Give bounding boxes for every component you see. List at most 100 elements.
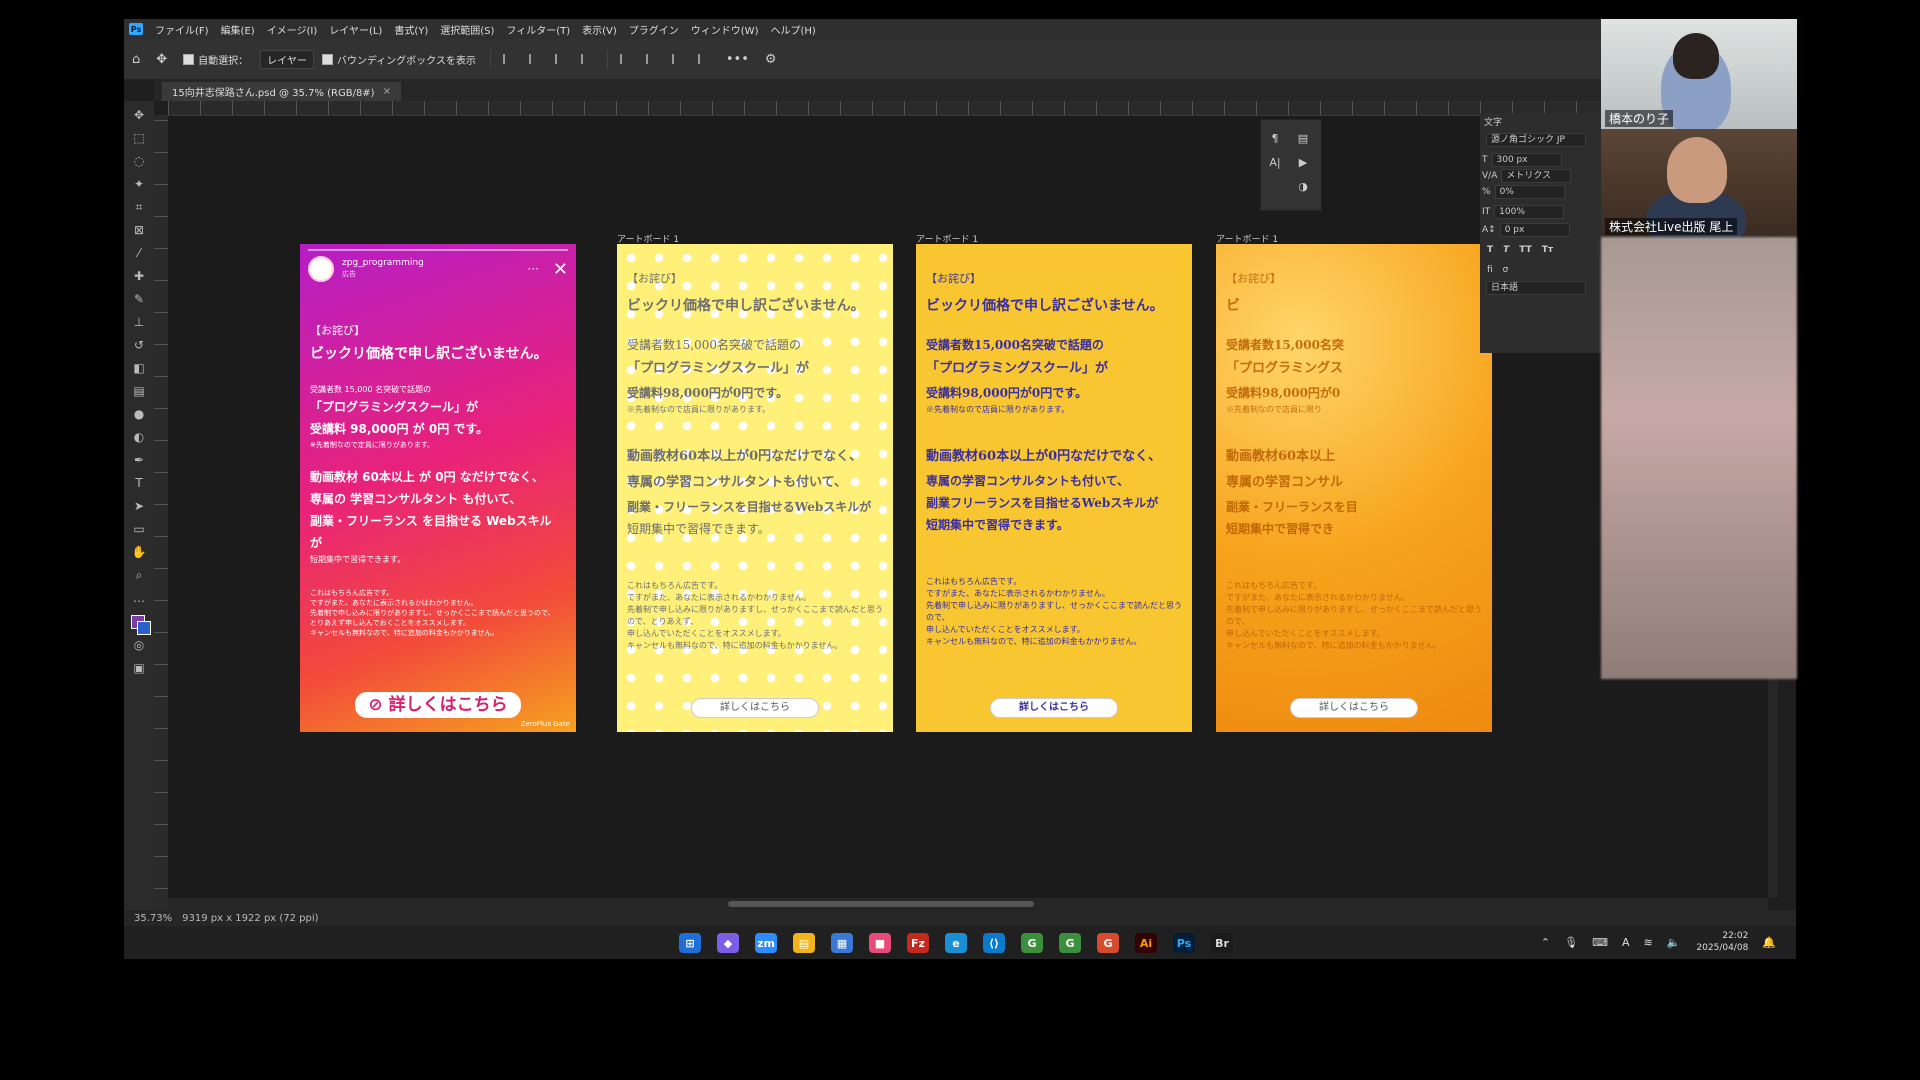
- frame-tool-icon[interactable]: ⊠: [130, 221, 148, 239]
- eraser-icon[interactable]: ◧: [130, 359, 148, 377]
- artboard-yellow[interactable]: 【お詫び】 ビックリ価格で申し訳ございません。 受講者数15,000名突破で話題…: [916, 244, 1192, 732]
- zoom-level[interactable]: 35.73%: [134, 913, 172, 924]
- edge-icon[interactable]: e: [945, 933, 967, 953]
- adjust-icon[interactable]: ◑: [1295, 178, 1311, 194]
- kerning-field[interactable]: メトリクス: [1501, 169, 1572, 183]
- cta-button[interactable]: ⊘ 詳しくはこちら: [355, 692, 521, 718]
- hand-tool-icon[interactable]: ✋: [130, 543, 148, 561]
- document-tab[interactable]: 15向井志保路さん.psd @ 35.7% (RGB/8#) ×: [162, 82, 401, 101]
- gradient-tool-icon[interactable]: ▤: [130, 382, 148, 400]
- background-color[interactable]: [137, 621, 151, 635]
- ime-icon[interactable]: A: [1622, 936, 1630, 949]
- bounding-box-checkbox[interactable]: バウンディングボックスを表示: [321, 52, 476, 67]
- cta-button[interactable]: 詳しくはこちら: [1290, 698, 1418, 718]
- menu-image[interactable]: イメージ(I): [261, 22, 324, 37]
- all-caps-icon[interactable]: TT: [1519, 245, 1532, 255]
- language-select[interactable]: 日本語: [1486, 281, 1586, 295]
- home-icon[interactable]: ⌂: [132, 52, 140, 67]
- history-brush-icon[interactable]: ↺: [130, 336, 148, 354]
- vscode-icon[interactable]: ⟨⟩: [983, 933, 1005, 953]
- align-right-icon[interactable]: [554, 54, 569, 64]
- horizontal-scrollbar[interactable]: [168, 898, 1768, 910]
- notepad-icon[interactable]: ▦: [831, 933, 853, 953]
- align-bottom-icon[interactable]: [671, 54, 686, 64]
- lasso-tool-icon[interactable]: ◌: [130, 152, 148, 170]
- chrome-icon[interactable]: G: [1021, 933, 1043, 953]
- align-left-icon[interactable]: [502, 54, 517, 64]
- pen-tool-icon[interactable]: ✒: [130, 451, 148, 469]
- color-swatches[interactable]: [131, 615, 151, 635]
- menu-view[interactable]: 表示(V): [576, 22, 623, 37]
- paragraph-icon[interactable]: ¶: [1267, 130, 1283, 146]
- keyboard-icon[interactable]: ⌨: [1592, 936, 1608, 949]
- menu-help[interactable]: ヘルプ(H): [764, 22, 821, 37]
- move-tool-icon[interactable]: ✥: [156, 52, 167, 67]
- more-icon[interactable]: ···: [527, 262, 538, 276]
- blur-tool-icon[interactable]: ●: [130, 405, 148, 423]
- chevron-up-icon[interactable]: ⌃: [1541, 936, 1550, 949]
- rectangle-tool-icon[interactable]: ▭: [130, 520, 148, 538]
- more-tools-icon[interactable]: …: [130, 589, 148, 607]
- screen-mode-icon[interactable]: ▣: [130, 659, 148, 677]
- menu-plugins[interactable]: プラグイン: [623, 22, 685, 37]
- menu-edit[interactable]: 編集(E): [215, 22, 261, 37]
- menu-file[interactable]: ファイル(F): [149, 22, 215, 37]
- dodge-tool-icon[interactable]: ◐: [130, 428, 148, 446]
- zoom-app-icon[interactable]: zm: [755, 933, 777, 953]
- chrome-icon[interactable]: G: [1059, 933, 1081, 953]
- cta-button[interactable]: 詳しくはこちら: [691, 698, 819, 718]
- artboard-orange[interactable]: 【お詫び】 ビ 受講者数15,000名突 「プログラミングス 受講料98,000…: [1216, 244, 1492, 732]
- menu-filter[interactable]: フィルター(T): [500, 22, 576, 37]
- cta-button[interactable]: 詳しくはこちら: [990, 698, 1118, 718]
- brush-tool-icon[interactable]: ✎: [130, 290, 148, 308]
- quick-mask-icon[interactable]: ◎: [130, 636, 148, 654]
- start-icon[interactable]: ⊞: [679, 933, 701, 953]
- volume-icon[interactable]: 🔈: [1667, 936, 1681, 949]
- font-size-field[interactable]: 300 px: [1491, 153, 1562, 167]
- move-tool-icon[interactable]: ✥: [130, 106, 148, 124]
- type-tool-icon[interactable]: T: [130, 474, 148, 492]
- path-select-icon[interactable]: ➤: [130, 497, 148, 515]
- chrome-icon[interactable]: G: [1097, 933, 1119, 953]
- copilot-icon[interactable]: ◆: [717, 933, 739, 953]
- font-family-select[interactable]: 源ノ角ゴシック JP: [1486, 133, 1586, 147]
- stamp-tool-icon[interactable]: ⊥: [130, 313, 148, 331]
- wifi-icon[interactable]: ≋: [1644, 936, 1653, 949]
- artboard-instagram[interactable]: zpg_programming 広告 ··· ✕ 【お詫び】 ビックリ価格で申し…: [300, 244, 576, 732]
- distribute-icon[interactable]: [580, 54, 595, 64]
- menu-window[interactable]: ウィンドウ(W): [685, 22, 765, 37]
- close-icon[interactable]: ✕: [553, 259, 568, 280]
- healing-brush-icon[interactable]: ✚: [130, 267, 148, 285]
- marquee-tool-icon[interactable]: ⬚: [130, 129, 148, 147]
- character-icon[interactable]: A|: [1267, 154, 1283, 170]
- clock[interactable]: 22:02 2025/04/08: [1696, 930, 1748, 954]
- gear-icon[interactable]: ⚙: [765, 52, 777, 67]
- align-center-icon[interactable]: [528, 54, 543, 64]
- auto-select-checkbox[interactable]: 自動選択：: [183, 52, 248, 67]
- menu-select[interactable]: 選択範囲(S): [434, 22, 500, 37]
- scale-field[interactable]: 100%: [1494, 205, 1565, 219]
- notification-icon[interactable]: 🔔: [1762, 936, 1776, 949]
- crop-tool-icon[interactable]: ⌗: [130, 198, 148, 216]
- photoshop-icon[interactable]: Ps: [1173, 933, 1195, 953]
- baseline-field[interactable]: 0 px: [1499, 223, 1570, 237]
- illustrator-icon[interactable]: Ai: [1135, 933, 1157, 953]
- close-icon[interactable]: ×: [383, 86, 391, 97]
- align-top-icon[interactable]: [619, 54, 634, 64]
- scrollbar-thumb[interactable]: [728, 901, 1034, 907]
- tracking-field[interactable]: 0%: [1494, 185, 1565, 199]
- magic-wand-icon[interactable]: ✦: [130, 175, 148, 193]
- bold-icon[interactable]: T: [1487, 245, 1493, 255]
- distribute-vertical-icon[interactable]: [697, 54, 712, 64]
- library-icon[interactable]: ▤: [1295, 130, 1311, 146]
- eyedropper-icon[interactable]: ⁄: [130, 244, 148, 262]
- more-options-icon[interactable]: •••: [726, 52, 749, 67]
- menu-type[interactable]: 書式(Y): [388, 22, 434, 37]
- menu-layer[interactable]: レイヤー(L): [323, 22, 388, 37]
- zoom-tool-icon[interactable]: ⌕: [130, 566, 148, 584]
- italic-icon[interactable]: T: [1503, 245, 1509, 255]
- artboard-polka-dot[interactable]: 【お詫び】 ビックリ価格で申し訳ございません。 受講者数15,000名突破で話題…: [617, 244, 893, 732]
- microphone-icon[interactable]: 🎙: [1564, 936, 1578, 949]
- ligature-icon[interactable]: fi: [1487, 265, 1493, 275]
- file-explorer-icon[interactable]: ▤: [793, 933, 815, 953]
